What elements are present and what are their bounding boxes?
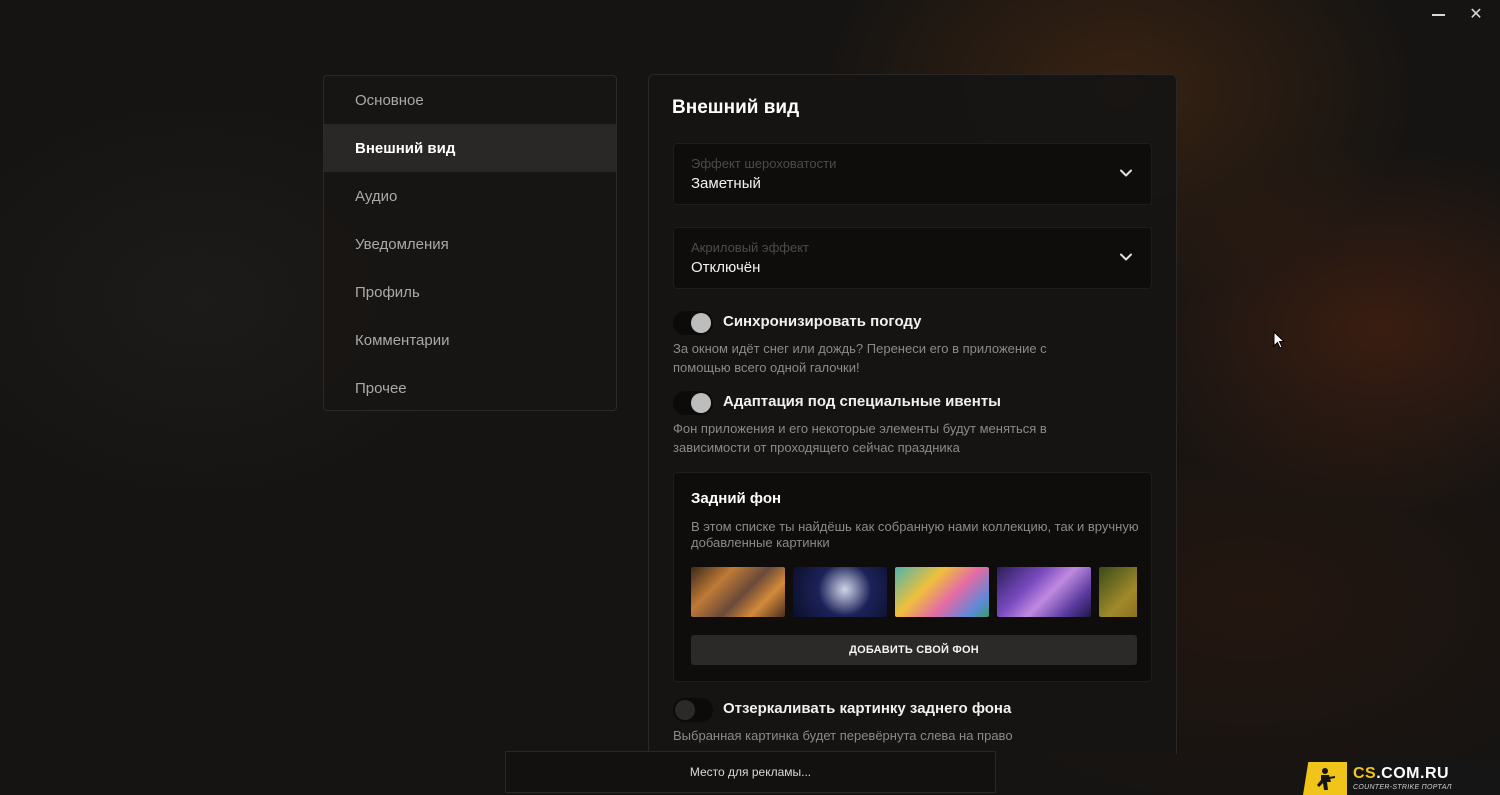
watermark-title: CS.COM.RU (1353, 765, 1450, 782)
sidebar-item-notifications[interactable]: Уведомления (324, 220, 616, 268)
acrylic-select-label: Акриловый эффект (691, 240, 809, 255)
background-thumbnail[interactable] (793, 567, 887, 617)
chevron-down-icon (1120, 253, 1132, 261)
background-thumbnails (691, 567, 1137, 617)
roughness-select-value: Заметный (691, 175, 761, 192)
sidebar-item-audio[interactable]: Аудио (324, 172, 616, 220)
appearance-panel: Внешний вид Эффект шероховатости Заметны… (648, 74, 1177, 754)
sidebar-item-label: Прочее (355, 379, 407, 397)
background-thumbnail[interactable] (1099, 567, 1137, 617)
ad-text: Место для рекламы... (689, 765, 812, 779)
events-toggle[interactable] (673, 391, 713, 415)
sidebar-item-appearance[interactable]: Внешний вид (324, 124, 616, 172)
background-title: Задний фон (691, 490, 782, 507)
sidebar-item-general[interactable]: Основное (324, 76, 616, 124)
acrylic-select[interactable]: Акриловый эффект Отключён (673, 227, 1152, 289)
chevron-down-icon (1120, 169, 1132, 177)
background-thumbnail[interactable] (691, 567, 785, 617)
events-label: Адаптация под специальные ивенты (723, 393, 1001, 410)
soldier-logo-icon (1303, 762, 1347, 795)
sidebar-item-label: Профиль (355, 283, 420, 301)
sidebar-item-other[interactable]: Прочее (324, 364, 616, 412)
add-background-button[interactable]: ДОБАВИТЬ СВОЙ ФОН (691, 635, 1137, 665)
acrylic-select-value: Отключён (691, 259, 761, 276)
toggle-knob (691, 393, 711, 413)
mirror-label: Отзеркаливать картинку заднего фона (723, 700, 1012, 717)
ad-banner[interactable]: Место для рекламы... (505, 751, 996, 793)
roughness-select-label: Эффект шероховатости (691, 156, 837, 171)
sidebar-item-label: Внешний вид (355, 139, 456, 157)
toggle-knob (691, 313, 711, 333)
close-button[interactable]: ✕ (1460, 2, 1492, 26)
background-thumbnail[interactable] (895, 567, 989, 617)
site-watermark: CS.COM.RU COUNTER-STRIKE ПОРТАЛ (1303, 762, 1500, 795)
mouse-cursor-icon (1273, 331, 1285, 349)
toggle-knob (675, 700, 695, 720)
window-controls: ✕ (1422, 2, 1492, 26)
background-thumbnail[interactable] (997, 567, 1091, 617)
mirror-description: Выбранная картинка будет перевёрнута сле… (673, 728, 1013, 743)
sidebar-item-profile[interactable]: Профиль (324, 268, 616, 316)
mirror-toggle[interactable] (673, 698, 713, 722)
page-title: Внешний вид (672, 97, 800, 118)
settings-sidebar: Основное Внешний вид Аудио Уведомления П… (323, 75, 617, 411)
minimize-button[interactable] (1422, 2, 1454, 26)
background-description: В этом списке ты найдёшь как собранную н… (691, 519, 1139, 550)
minimize-icon (1431, 14, 1445, 16)
events-description: Фон приложения и его некоторые элементы … (673, 421, 1047, 455)
weather-sync-toggle[interactable] (673, 311, 713, 335)
sidebar-item-comments[interactable]: Комментарии (324, 316, 616, 364)
watermark-subtitle: COUNTER-STRIKE ПОРТАЛ (1353, 784, 1452, 791)
sidebar-item-label: Комментарии (355, 331, 450, 349)
sidebar-item-label: Основное (355, 91, 424, 109)
background-card: Задний фон В этом списке ты найдёшь как … (673, 472, 1152, 682)
weather-sync-description: За окном идёт снег или дождь? Перенеси е… (673, 341, 1047, 375)
roughness-select[interactable]: Эффект шероховатости Заметный (673, 143, 1152, 205)
sidebar-item-label: Аудио (355, 187, 398, 205)
close-icon: ✕ (1469, 6, 1483, 23)
sidebar-item-label: Уведомления (355, 235, 449, 253)
weather-sync-label: Синхронизировать погоду (723, 313, 922, 330)
